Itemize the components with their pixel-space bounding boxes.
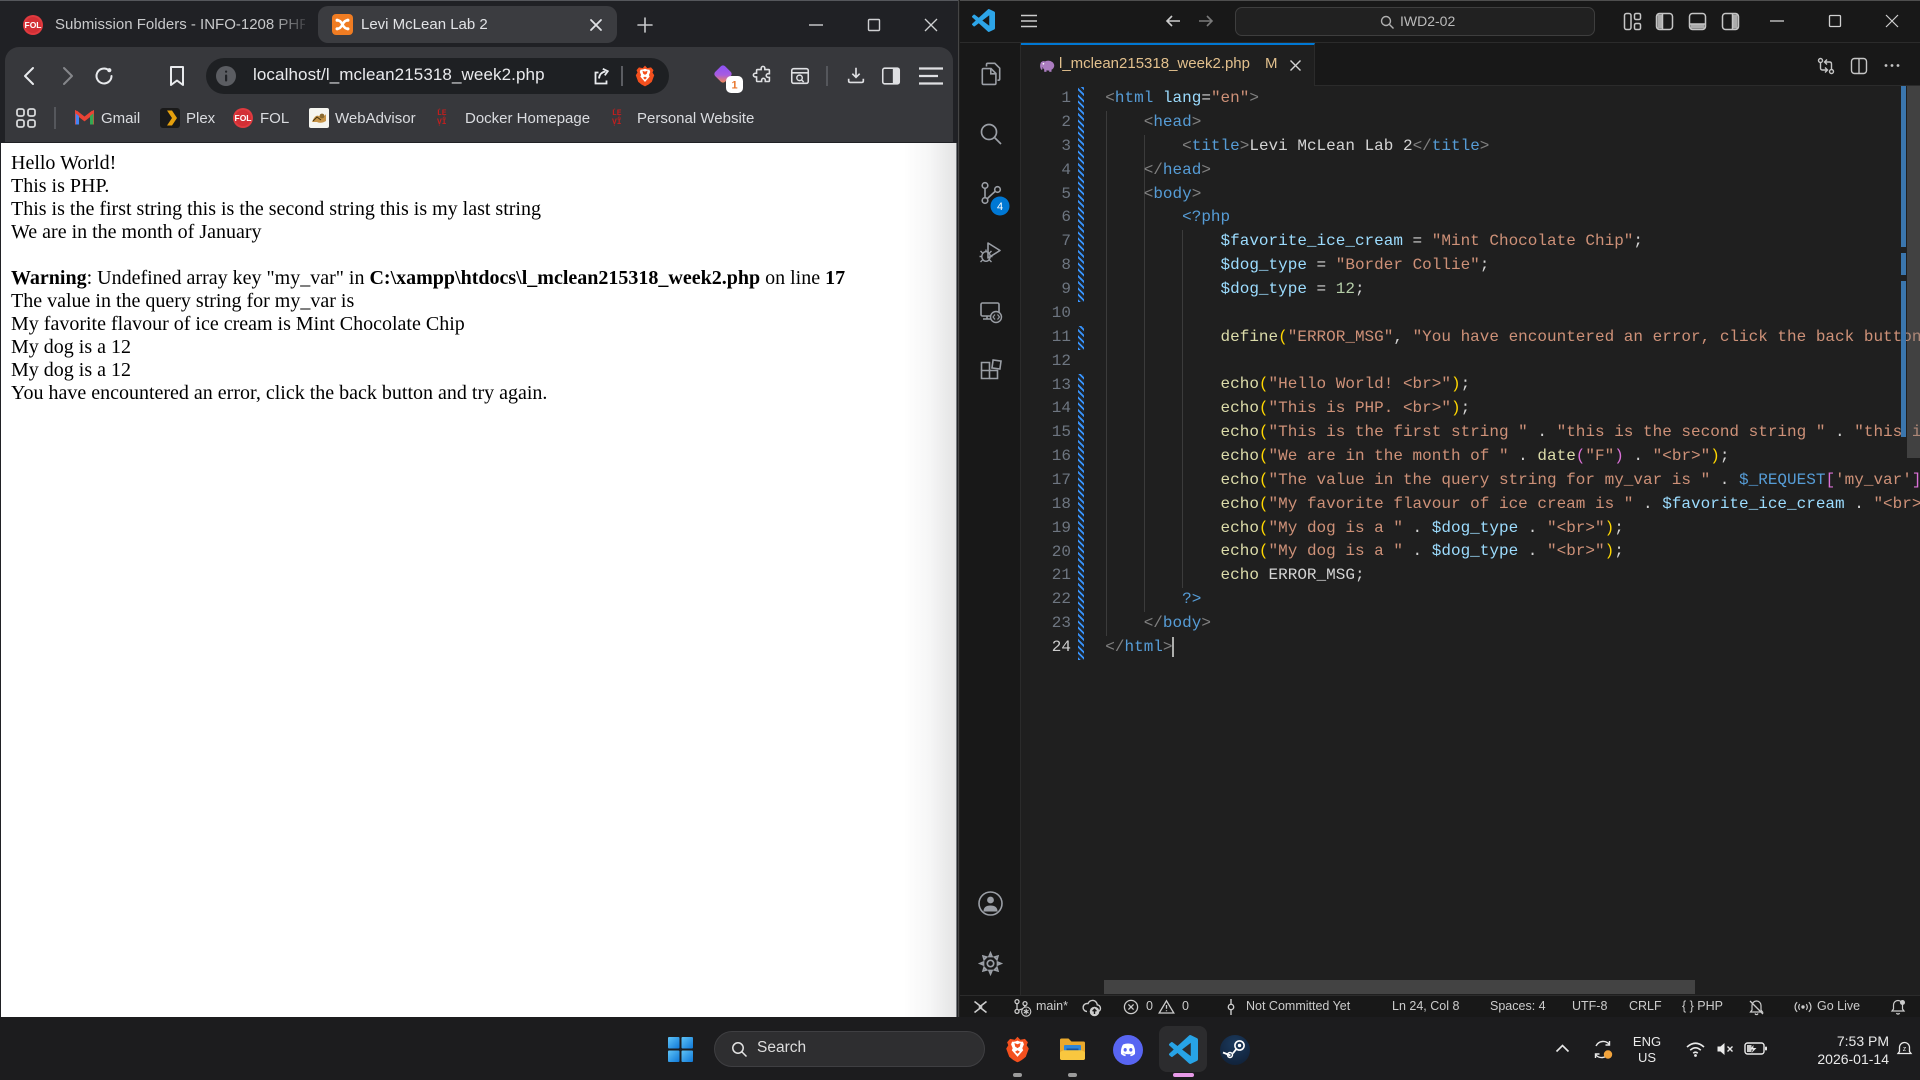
svg-text:4: 4 xyxy=(997,201,1003,213)
svg-text:1: 1 xyxy=(731,80,737,92)
svg-text:z: z xyxy=(1903,1046,1907,1053)
svg-text:FOL: FOL xyxy=(235,113,252,123)
svg-text:FOL: FOL xyxy=(25,20,42,30)
